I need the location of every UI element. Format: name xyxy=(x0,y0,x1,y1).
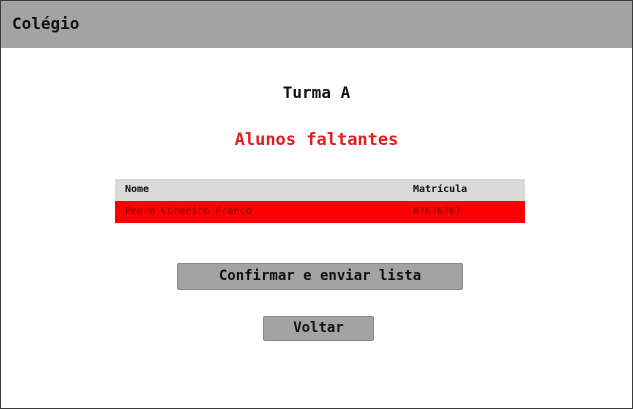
back-button[interactable]: Voltar xyxy=(263,316,374,341)
table-header: Nome Matrícula xyxy=(115,179,525,201)
app-window: Colégio Turma A Alunos faltantes Nome Ma… xyxy=(0,0,633,409)
class-title: Turma A xyxy=(282,83,351,102)
column-header-id: Matrícula xyxy=(413,184,468,195)
confirm-send-list-button[interactable]: Confirmar e enviar lista xyxy=(177,263,463,290)
column-header-name: Nome xyxy=(125,184,150,195)
student-id-cell: 87676767 xyxy=(413,206,462,217)
student-name-cell: Pedro Cordeiro Franco xyxy=(125,206,252,217)
app-title: Colégio xyxy=(12,14,80,33)
table-row[interactable]: Pedro Cordeiro Franco 87676767 xyxy=(115,201,525,223)
app-header: Colégio xyxy=(1,1,632,48)
missing-students-title: Alunos faltantes xyxy=(234,130,399,150)
missing-students-table: Nome Matrícula Pedro Cordeiro Franco 876… xyxy=(115,179,525,223)
